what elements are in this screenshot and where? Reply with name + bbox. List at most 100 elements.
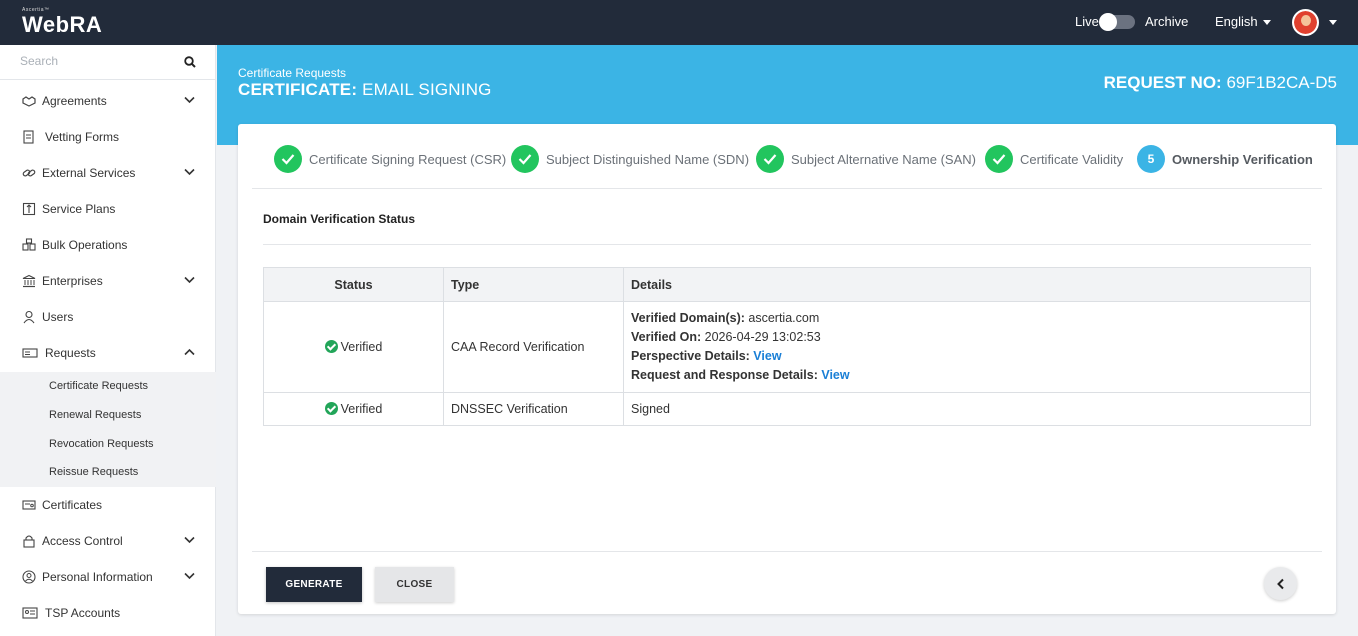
chevron-down-icon [184,276,195,284]
bulk-icon [22,238,36,251]
sidebar-item-label: TSP Accounts [45,606,121,620]
divider [263,244,1311,245]
step-csr[interactable]: Certificate Signing Request (CSR) [274,145,506,173]
account-card-icon [22,607,38,619]
sidebar-item-label: Users [42,310,74,324]
generate-button[interactable]: GENERATE [266,567,362,602]
caret-down-icon [1262,20,1271,26]
perspective-view-link[interactable]: View [753,349,781,363]
check-circle-icon [985,145,1013,173]
sidebar-item-label: Certificates [42,498,103,512]
search-input[interactable] [20,54,170,68]
form-icon [23,130,34,144]
sidebar-subitem-revocation-requests[interactable]: Revocation Requests [49,438,154,450]
sidebar-item-access-control[interactable]: Access Control [0,523,216,559]
request-number: REQUEST NO: 69F1B2CA-D5 [1103,73,1337,92]
step-label: Ownership Verification [1172,151,1313,167]
bank-icon [22,274,36,288]
step-san[interactable]: Subject Alternative Name (SAN) [756,145,976,173]
avatar-caret-down-icon[interactable] [1329,20,1337,25]
sidebar-item-label: Enterprises [42,274,103,288]
archive-label: Archive [1145,14,1189,29]
sidebar-item-requests[interactable]: Requests [0,335,216,371]
sidebar-item-tsp-accounts[interactable]: TSP Accounts [0,595,216,631]
sidebar-item-label: Access Control [42,534,123,548]
details-cell: Signed [623,392,1311,426]
sidebar-item-service-plans[interactable]: Service Plans [0,191,216,227]
column-header-type: Type [443,267,624,302]
avatar[interactable] [1292,9,1319,36]
request-response-view-link[interactable]: View [821,368,849,382]
breadcrumb[interactable]: Certificate Requests [238,66,346,80]
live-label: Live [1075,14,1099,29]
certificate-icon [22,500,36,510]
step-validity[interactable]: Certificate Validity [985,145,1123,173]
step-label: Subject Alternative Name (SAN) [791,151,976,167]
toggle-knob [1099,13,1117,31]
type-cell: DNSSEC Verification [443,392,624,426]
verification-table: Status Type Details Verified CAA Record … [263,267,1311,426]
sidebar-item-enterprises[interactable]: Enterprises [0,263,216,299]
table-row: Verified CAA Record Verification Verifie… [263,301,1311,393]
step-label: Certificate Validity [1020,151,1124,167]
chevron-down-icon [184,96,195,104]
requests-icon [22,348,38,358]
top-bar: Ascertia™ WebRA Live Archive English [0,0,1358,45]
sidebar-item-external-services[interactable]: External Services [0,155,216,191]
language-selector[interactable]: English [1215,14,1271,29]
step-number: 5 [1137,145,1165,173]
sidebar-item-label: Bulk Operations [42,238,128,252]
back-button[interactable] [1264,567,1297,600]
sidebar-item-users[interactable]: Users [0,299,216,335]
status-cell: Verified [263,301,444,393]
check-circle-icon [324,340,338,353]
chevron-up-icon [184,348,195,356]
brand-name: WebRA [22,12,103,37]
check-circle-icon [274,145,302,173]
sidebar-subitem-renewal-requests[interactable]: Renewal Requests [49,409,141,421]
brand-logo[interactable]: Ascertia™ WebRA [22,7,102,37]
link-icon [22,169,36,177]
sidebar-item-label: Personal Information [42,570,153,584]
divider [252,551,1322,552]
check-circle-icon [324,402,338,415]
table-row: Verified DNSSEC Verification Signed [263,392,1311,426]
plan-icon [22,202,36,216]
column-header-details: Details [623,267,1311,302]
sidebar-subitem-reissue-requests[interactable]: Reissue Requests [49,466,138,478]
sidebar-item-bulk-operations[interactable]: Bulk Operations [0,227,216,263]
step-sdn[interactable]: Subject Distinguished Name (SDN) [511,145,749,173]
sidebar-search [0,45,216,80]
sidebar-item-label: Agreements [42,94,107,108]
live-archive-toggle[interactable] [1099,13,1135,31]
sidebar-item-agreements[interactable]: Agreements [0,83,216,119]
sidebar-item-personal-information[interactable]: Personal Information [0,559,216,595]
chevron-down-icon [184,536,195,544]
close-button[interactable]: CLOSE [375,567,454,602]
sidebar: Agreements Vetting Forms External Servic… [0,45,216,636]
sidebar-subitem-certificate-requests[interactable]: Certificate Requests [49,380,148,392]
check-circle-icon [756,145,784,173]
handshake-icon [22,96,36,107]
section-title: Domain Verification Status [263,212,416,226]
sidebar-item-label: External Services [42,166,136,180]
status-text: Verified [340,402,383,416]
sidebar-item-label: Service Plans [42,202,116,216]
status-text: Verified [340,340,383,354]
user-icon [23,310,35,324]
check-circle-icon [511,145,539,173]
table-header-row: Status Type Details [263,267,1311,302]
chevron-left-icon [1277,578,1284,589]
sidebar-item-label: Vetting Forms [45,130,120,144]
sidebar-item-certificates[interactable]: Certificates [0,487,216,523]
stepper: Certificate Signing Request (CSR) Subjec… [252,124,1322,189]
step-label: Subject Distinguished Name (SDN) [546,151,750,167]
sidebar-item-vetting-forms[interactable]: Vetting Forms [0,119,216,155]
requests-submenu: Certificate Requests Renewal Requests Re… [0,372,216,487]
search-icon[interactable] [184,56,196,68]
step-ownership[interactable]: 5 Ownership Verification [1137,145,1313,173]
status-cell: Verified [263,392,444,426]
chevron-down-icon [184,168,195,176]
details-cell: Verified Domain(s): ascertia.com Verifie… [623,301,1311,393]
type-cell: CAA Record Verification [443,301,624,393]
